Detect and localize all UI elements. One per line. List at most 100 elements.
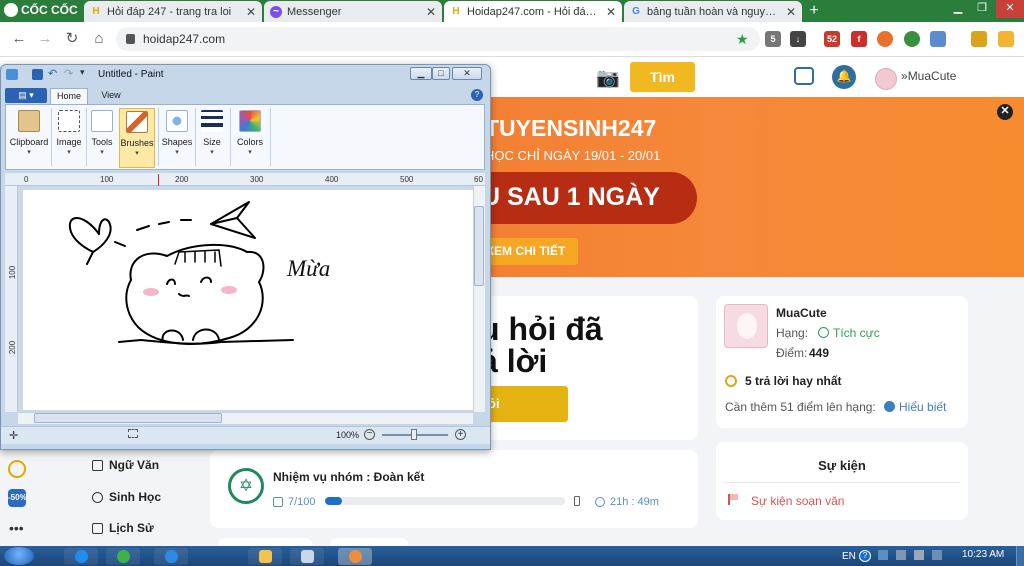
username-menu[interactable]: »MuaCute bbox=[901, 69, 956, 83]
taskbar-explorer[interactable] bbox=[248, 548, 282, 565]
ruler-label: 300 bbox=[250, 175, 264, 184]
download-icon[interactable]: ↓ bbox=[790, 31, 806, 47]
bell-icon[interactable]: 🔔 bbox=[832, 65, 856, 89]
close-icon[interactable]: ✕ bbox=[786, 5, 796, 19]
clipboard-group[interactable]: Clipboard ▾ bbox=[8, 108, 50, 168]
close-icon[interactable]: ✕ bbox=[426, 5, 436, 19]
taskbar-coccoc[interactable] bbox=[106, 548, 140, 565]
internet-explorer-icon bbox=[164, 550, 178, 563]
zalo-icon bbox=[74, 550, 88, 563]
language-indicator[interactable]: EN bbox=[842, 551, 856, 562]
coccoc-logo[interactable]: CỐC CỐC bbox=[4, 3, 78, 17]
subject-sinh-hoc[interactable]: Sinh Học bbox=[92, 490, 161, 504]
restore-window-button[interactable]: ❐ bbox=[970, 0, 994, 18]
more-dots-icon[interactable]: ••• bbox=[9, 520, 24, 536]
globe-extension-icon[interactable] bbox=[904, 31, 920, 47]
vertical-scroll-thumb[interactable] bbox=[474, 206, 484, 286]
maximize-window-button[interactable]: □ bbox=[432, 67, 450, 80]
close-icon[interactable]: ✕ bbox=[246, 5, 256, 19]
chrome-extension-icon[interactable] bbox=[877, 31, 893, 47]
next-rank[interactable]: Hiểu biết bbox=[899, 400, 946, 414]
battery-icon[interactable] bbox=[932, 550, 942, 560]
home-icon[interactable]: ⌂ bbox=[90, 30, 108, 48]
mission-progress-bar bbox=[325, 497, 565, 505]
minimize-window-button[interactable]: ▁ bbox=[946, 0, 970, 18]
save-icon[interactable] bbox=[32, 69, 43, 80]
mission-title[interactable]: Nhiệm vụ nhóm : Đoàn kết bbox=[273, 470, 424, 484]
search-button[interactable]: Tìm bbox=[630, 62, 695, 92]
tray-icon[interactable] bbox=[878, 550, 888, 560]
tab-hoidap-old[interactable]: H Hỏi đáp 247 - trang tra loi ✕ bbox=[84, 1, 262, 22]
avatar[interactable] bbox=[724, 304, 768, 348]
tab-view[interactable]: View bbox=[94, 88, 128, 103]
horizontal-scroll-thumb[interactable] bbox=[34, 413, 222, 423]
profile-extension-icon[interactable] bbox=[998, 31, 1014, 47]
avatar[interactable] bbox=[875, 68, 897, 90]
image-group[interactable]: Image ▾ bbox=[53, 108, 85, 168]
flash-icon[interactable]: f bbox=[851, 31, 867, 47]
gift-extension-icon[interactable] bbox=[971, 31, 987, 47]
tab-hoidap247-active[interactable]: H Hoidap247.com - Hỏi đáp bà ✕ bbox=[444, 1, 622, 22]
close-window-button[interactable]: ✕ bbox=[452, 67, 482, 80]
ruler-label: 400 bbox=[325, 175, 339, 184]
subject-lich-su[interactable]: Lịch Sử bbox=[92, 521, 154, 535]
close-icon[interactable]: ✕ bbox=[606, 5, 616, 19]
clock[interactable]: 10:23 AM bbox=[962, 549, 1004, 560]
show-desktop-button[interactable] bbox=[1016, 546, 1024, 566]
network-icon[interactable] bbox=[896, 550, 906, 560]
minimize-window-button[interactable]: ▁ bbox=[410, 67, 432, 80]
banner-pill-text: U SAU 1 NGÀY bbox=[482, 183, 660, 211]
paint-file-menu-button[interactable]: ▤ ▾ bbox=[5, 88, 47, 103]
tab-title: Hỏi đáp 247 - trang tra loi bbox=[107, 5, 232, 18]
subject-ngu-van[interactable]: Ngữ Văn bbox=[92, 458, 159, 472]
points-label: Điểm: bbox=[776, 346, 808, 360]
help-icon[interactable]: ? bbox=[859, 550, 871, 562]
divider bbox=[51, 108, 52, 166]
clock-icon bbox=[595, 497, 605, 507]
size-group[interactable]: Size ▾ bbox=[197, 108, 227, 168]
zoom-out-button[interactable]: − bbox=[364, 429, 375, 440]
taskbar-paint[interactable] bbox=[338, 548, 372, 565]
colors-group[interactable]: Colors ▾ bbox=[232, 108, 268, 168]
zoom-in-button[interactable]: + bbox=[455, 429, 466, 440]
banner-title: TUYENSINH247 bbox=[485, 115, 657, 141]
taskbar-ie[interactable] bbox=[154, 548, 188, 565]
zoom-slider-thumb[interactable] bbox=[411, 429, 417, 440]
refresh-icon[interactable] bbox=[8, 460, 26, 478]
group-label: Size bbox=[203, 137, 221, 147]
forward-arrow-icon[interactable]: → bbox=[36, 30, 54, 48]
reload-icon[interactable]: ↻ bbox=[63, 30, 81, 48]
url-bar[interactable]: hoidap247.com bbox=[116, 27, 760, 51]
events-title: Sự kiện bbox=[818, 458, 866, 473]
bookmark-star-icon[interactable]: ★ bbox=[736, 31, 749, 48]
camera-icon[interactable]: 📷 bbox=[596, 66, 620, 89]
tab-google-periodic[interactable]: G bảng tuần hoàn và nguyên tố ✕ bbox=[624, 1, 802, 22]
close-icon[interactable]: ✕ bbox=[997, 104, 1013, 120]
banner-dates: HỌC CHỈ NGÀY 19/01 - 20/01 bbox=[485, 148, 661, 163]
tools-group[interactable]: Tools ▾ bbox=[88, 108, 116, 168]
quick-access-dropdown-icon[interactable]: ▾ bbox=[80, 67, 85, 78]
tab-home[interactable]: Home bbox=[50, 88, 88, 105]
translate-icon[interactable] bbox=[930, 31, 946, 47]
profile-name[interactable]: MuaCute bbox=[776, 306, 827, 320]
chat-icon[interactable] bbox=[794, 67, 814, 85]
redo-icon[interactable]: ↷ bbox=[64, 67, 73, 80]
help-icon[interactable]: ? bbox=[471, 89, 483, 101]
shapes-group[interactable]: Shapes ▾ bbox=[160, 108, 194, 168]
undo-icon[interactable]: ↶ bbox=[48, 67, 57, 80]
paint-app-icon[interactable] bbox=[6, 69, 18, 80]
back-arrow-icon[interactable]: ← bbox=[10, 30, 28, 48]
tab-messenger[interactable]: ~ Messenger ✕ bbox=[264, 1, 442, 22]
taskbar-zalo[interactable] bbox=[64, 548, 98, 565]
drawing-canvas[interactable]: Mừa bbox=[23, 190, 473, 410]
extension-icon[interactable]: 5 bbox=[765, 31, 781, 47]
extension-badge-icon[interactable]: 52 bbox=[824, 31, 840, 47]
sale-badge-icon[interactable]: -50% bbox=[8, 489, 27, 507]
taskbar-window[interactable] bbox=[290, 548, 324, 565]
start-button[interactable] bbox=[4, 547, 34, 565]
volume-icon[interactable] bbox=[914, 550, 924, 560]
brushes-group[interactable]: Brushes ▾ bbox=[119, 108, 155, 168]
event-item[interactable]: Sự kiện soạn văn bbox=[751, 494, 844, 508]
close-window-button[interactable]: ✕ bbox=[996, 0, 1024, 18]
new-tab-button[interactable]: + bbox=[804, 2, 824, 20]
